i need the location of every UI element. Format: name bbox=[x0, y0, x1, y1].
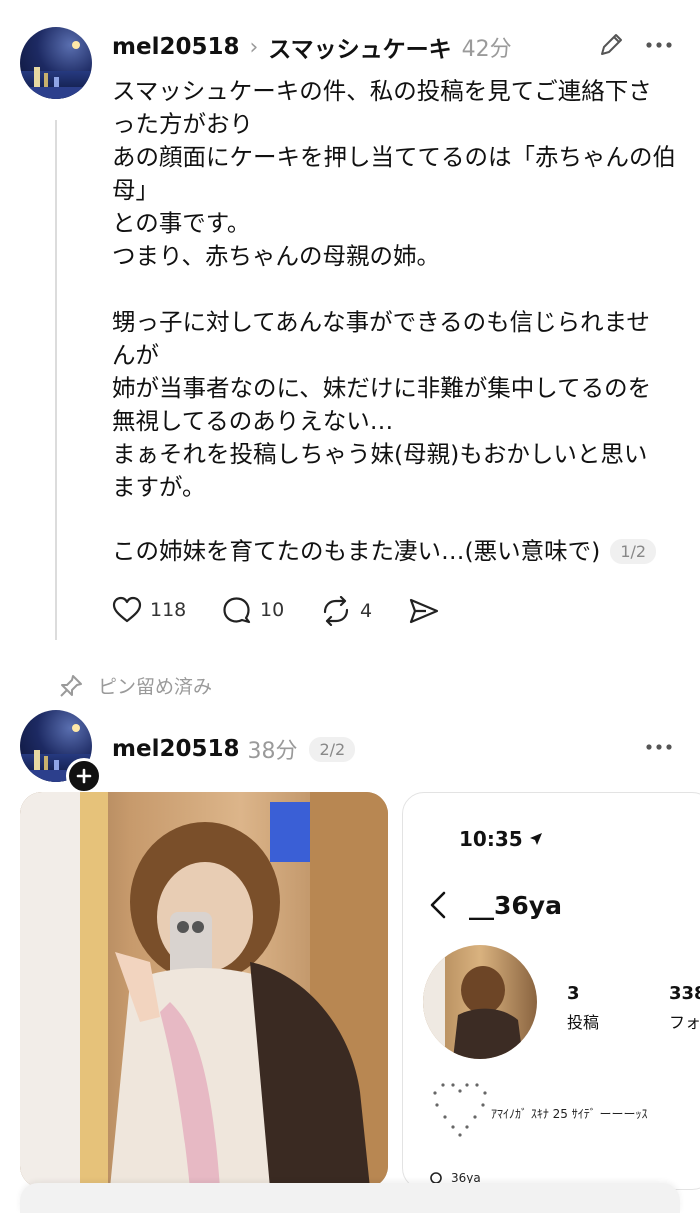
comment-icon bbox=[222, 596, 252, 624]
followers-label: フォ bbox=[669, 1013, 700, 1032]
username[interactable]: mel20518 bbox=[112, 736, 239, 762]
thread-counter-badge: 1/2 bbox=[610, 539, 657, 564]
status-bar-clock: 10:35 bbox=[459, 827, 543, 851]
pinned-label: ピン留め済み bbox=[98, 676, 213, 698]
avatar[interactable] bbox=[20, 27, 92, 99]
repost-count: 4 bbox=[360, 600, 373, 622]
thread-line bbox=[55, 120, 57, 640]
thread-counter-badge: 2/2 bbox=[309, 736, 356, 762]
attached-photo[interactable] bbox=[20, 792, 388, 1188]
follow-plus-icon[interactable] bbox=[66, 758, 102, 794]
posts-count: 3 bbox=[567, 983, 580, 1004]
more-icon[interactable] bbox=[646, 40, 672, 50]
post-header: mel20518 › スマッシュケーキ 42分 bbox=[112, 30, 512, 64]
username[interactable]: mel20518 bbox=[112, 34, 239, 60]
post-last-line: この姉妹を育てたのもまた凄い…(悪い意味で) 1/2 bbox=[112, 535, 657, 568]
bottom-sheet-edge bbox=[20, 1183, 680, 1213]
back-arrow-icon bbox=[429, 891, 447, 919]
post-text-paragraph: スマッシュケーキの件、私の投稿を見てご連絡下さ った方がおり あの顔面にケーキを… bbox=[112, 77, 676, 270]
profile-avatar bbox=[423, 945, 537, 1059]
post-text-paragraph: 甥っ子に対してあんな事ができるのも信じられませ んが 姉が当事者なのに、妹だけに… bbox=[112, 308, 652, 501]
dotted-heart-icon bbox=[425, 1075, 495, 1145]
topic-tag[interactable]: スマッシュケーキ bbox=[268, 30, 451, 64]
pinned-indicator: ピン留め済み bbox=[58, 672, 212, 699]
repost-icon bbox=[320, 596, 352, 626]
profile-name: __36ya bbox=[469, 891, 562, 920]
share-icon[interactable] bbox=[408, 597, 440, 625]
followers-count: 338 bbox=[669, 983, 700, 1004]
post-time: 38分 bbox=[247, 739, 298, 764]
moon-shape bbox=[72, 41, 80, 49]
profile-bio: ｱﾏｲﾉｶﾞ ｽｷﾅ 25 ｻｲﾃﾞ ーーーｯｽ bbox=[491, 1107, 648, 1121]
posts-label: 投稿 bbox=[567, 1013, 600, 1032]
post-header: mel20518 38分 2/2 bbox=[112, 733, 356, 765]
heart-icon bbox=[112, 596, 142, 624]
pin-icon bbox=[58, 673, 84, 699]
location-arrow-icon bbox=[529, 832, 543, 846]
more-icon[interactable] bbox=[646, 742, 672, 752]
edit-icon[interactable] bbox=[596, 30, 626, 60]
attached-screenshot[interactable]: 10:35 __36ya 3 投稿 338 フォ ｱﾏｲﾉｶﾞ ｽｷﾅ 25 ｻ… bbox=[402, 792, 700, 1190]
post-time: 42分 bbox=[461, 37, 512, 62]
post-text-paragraph: この姉妹を育てたのもまた凄い…(悪い意味で) bbox=[112, 537, 601, 565]
chevron-right-icon: › bbox=[249, 34, 259, 60]
like-count: 118 bbox=[150, 599, 187, 621]
reply-count: 10 bbox=[260, 599, 285, 621]
like-button[interactable]: 118 bbox=[112, 596, 186, 624]
repost-button[interactable]: 4 bbox=[320, 596, 372, 626]
clock-text: 10:35 bbox=[459, 827, 523, 851]
reply-button[interactable]: 10 bbox=[222, 596, 284, 624]
selfie-illustration bbox=[20, 792, 388, 1188]
